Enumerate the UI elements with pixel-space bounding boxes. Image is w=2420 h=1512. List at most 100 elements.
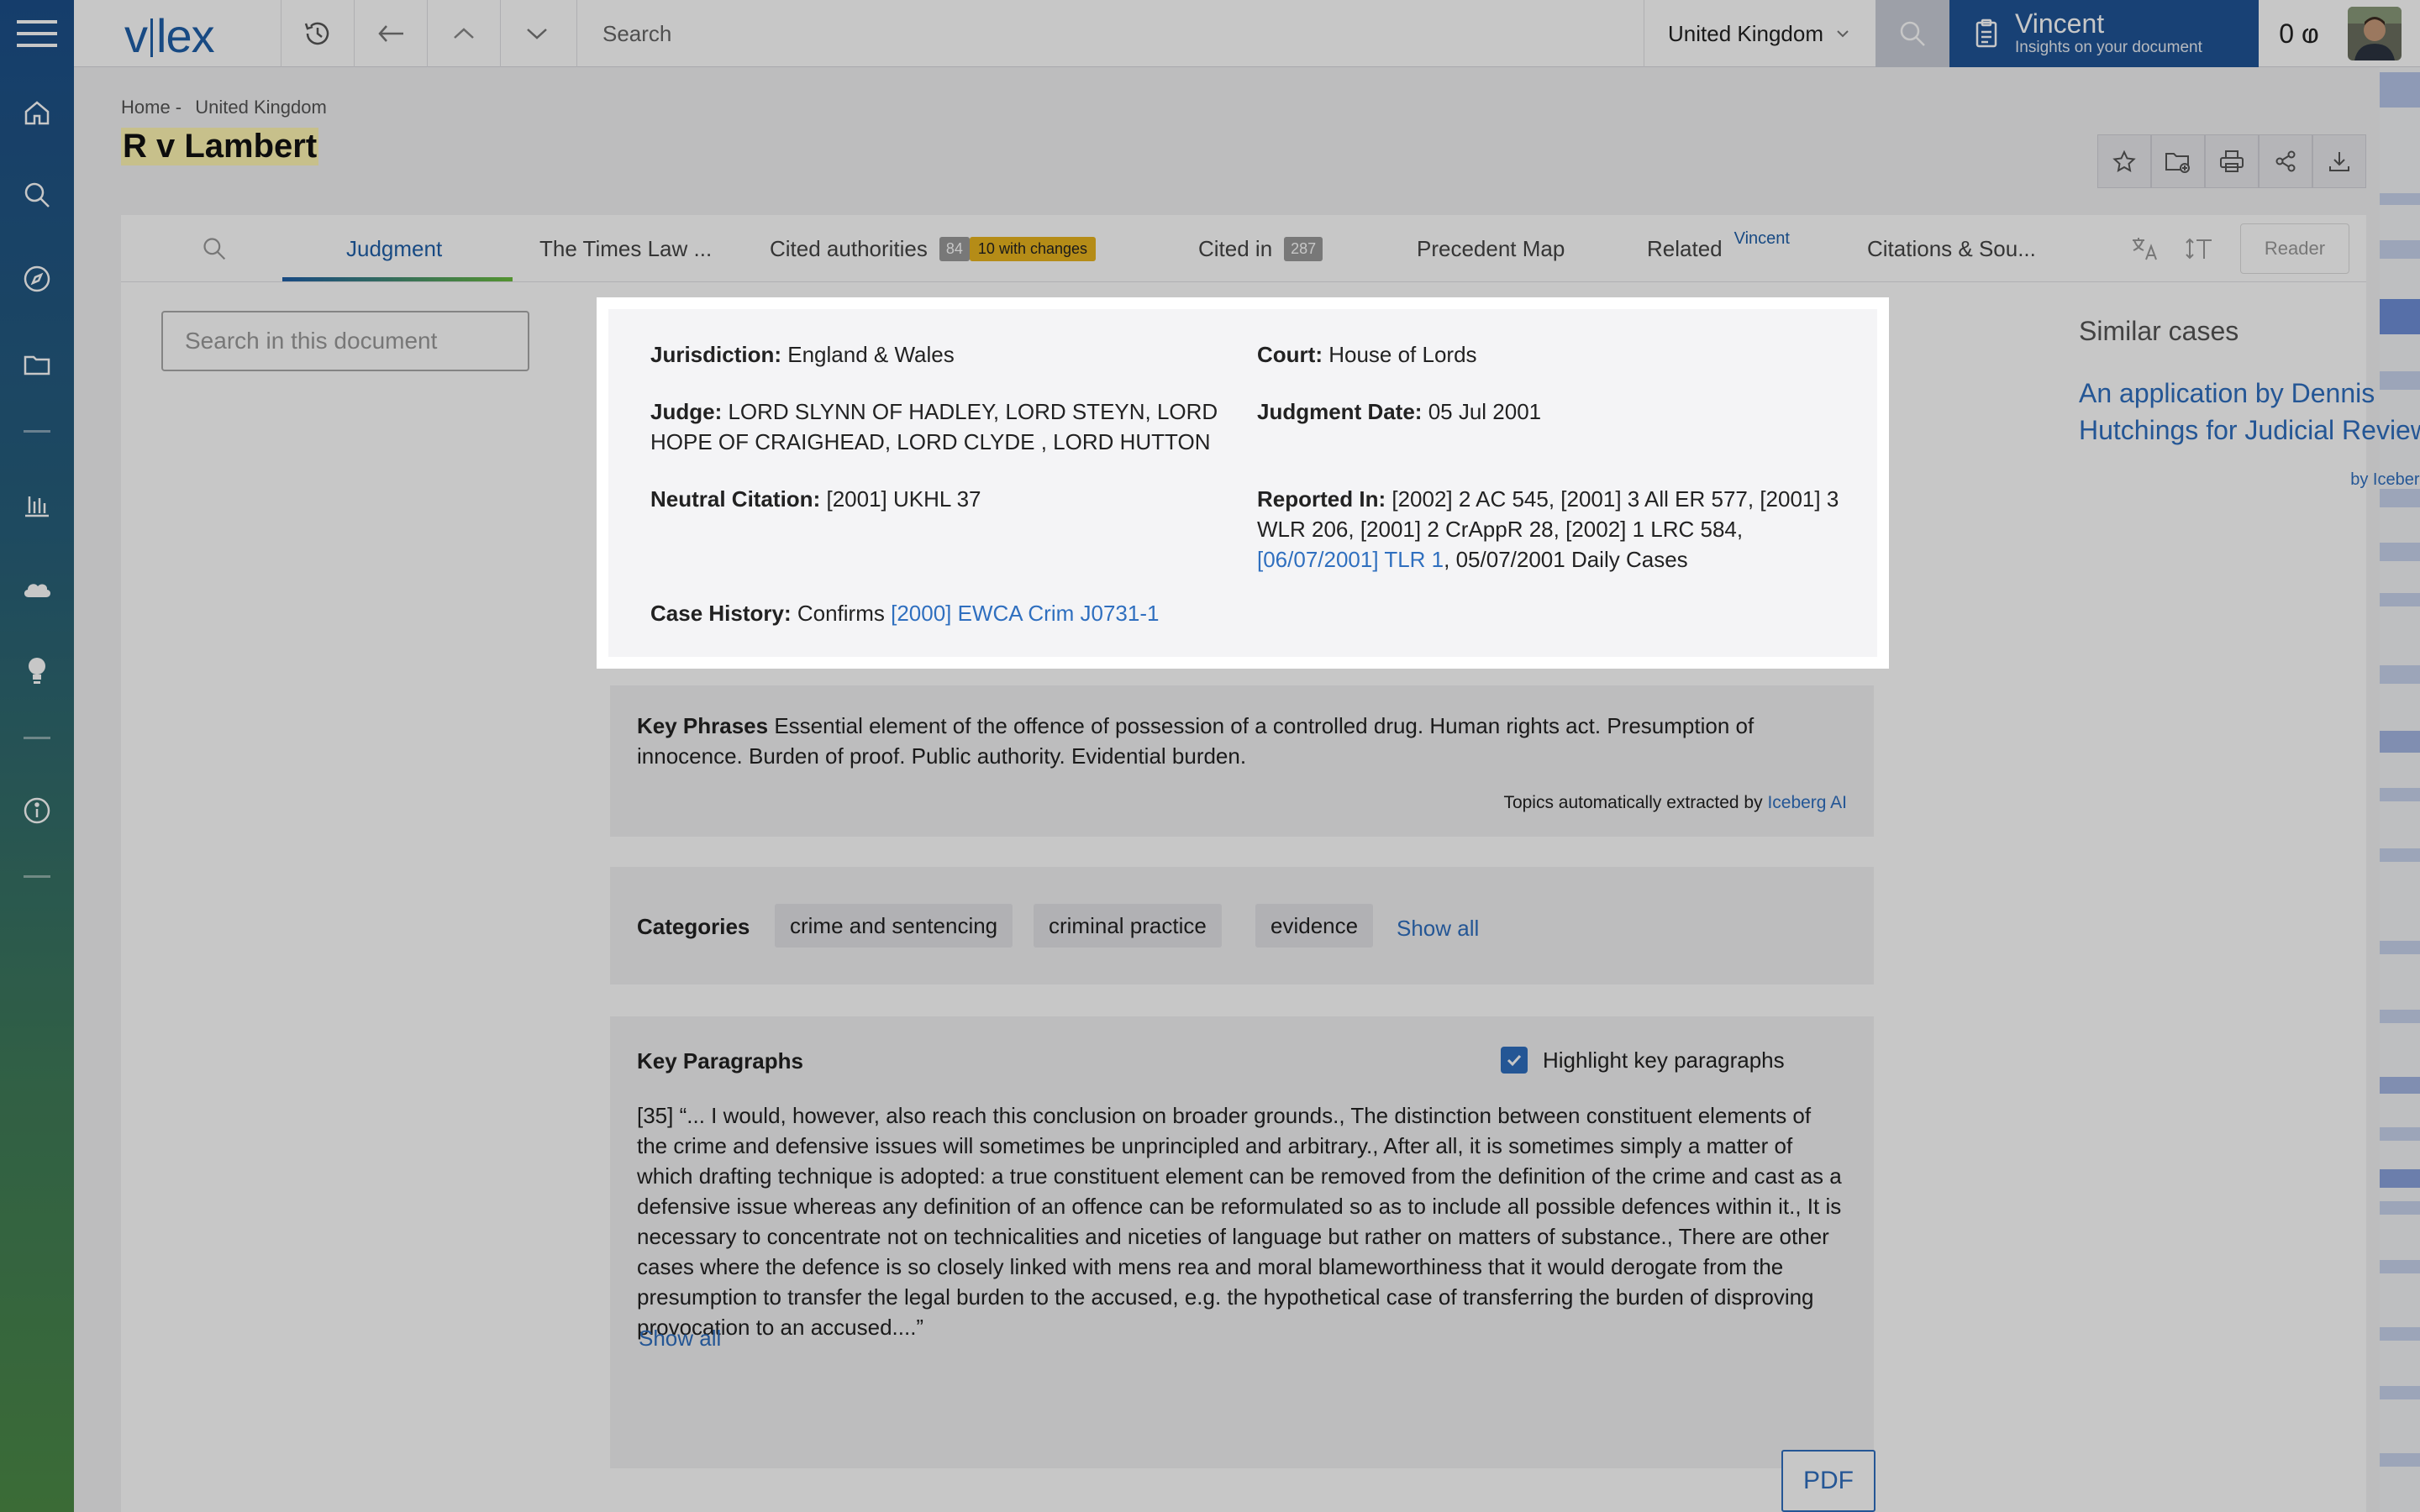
highlight-label: Highlight key paragraphs	[1543, 1047, 1785, 1073]
tlr-link[interactable]: [06/07/2001] TLR 1	[1257, 547, 1444, 572]
count-badge: 84	[939, 236, 970, 261]
rail-divider	[24, 430, 50, 433]
category-chip[interactable]: crime and sentencing	[775, 904, 1013, 948]
field-value: England & Wales	[787, 342, 955, 367]
scroll-marker	[2380, 665, 2420, 684]
document-search-input[interactable]	[161, 311, 529, 371]
scroll-marker	[2380, 1010, 2420, 1023]
assistant-subtitle: Insights on your document	[2015, 39, 2202, 56]
similar-case-link[interactable]: An application by Dennis Hutchings for J…	[2079, 375, 2420, 449]
previous-button[interactable]	[427, 0, 500, 67]
tab-citations-sources[interactable]: Citations & Sou...	[1867, 215, 2036, 282]
search-button[interactable]	[1876, 0, 1949, 67]
breadcrumb-home[interactable]: Home -	[121, 97, 182, 118]
reader-button[interactable]: Reader	[2240, 223, 2349, 274]
vlex-logo[interactable]: v lex	[124, 8, 215, 63]
share-button[interactable]	[2259, 134, 2312, 188]
analytics-icon[interactable]	[20, 487, 54, 521]
similar-cases-attribution[interactable]: by Iceberg AI	[2247, 470, 2420, 490]
search-icon[interactable]	[20, 178, 54, 212]
scroll-map[interactable]	[2380, 67, 2420, 1512]
scroll-marker	[2380, 1127, 2420, 1141]
field-value: [2001] UKHL 37	[826, 486, 981, 512]
iceberg-ai-link[interactable]: Iceberg AI	[1767, 793, 1847, 812]
menu-button[interactable]	[0, 0, 74, 67]
case-history-field: Case History: Confirms [2000] EWCA Crim …	[650, 598, 1827, 628]
download-button[interactable]	[2312, 134, 2366, 188]
tab-judgment[interactable]: Judgment	[346, 215, 442, 282]
tab-label: Cited authorities	[770, 235, 928, 261]
pdf-button[interactable]: PDF	[1781, 1450, 1876, 1512]
credits-counter[interactable]: 0 ⱷ	[2259, 0, 2339, 67]
tab-times-law[interactable]: The Times Law ...	[539, 215, 712, 282]
tab-label: Cited in	[1198, 235, 1273, 261]
document-actions	[2097, 134, 2366, 188]
avatar[interactable]	[2348, 7, 2402, 60]
logo-left: v	[124, 9, 148, 62]
compass-icon[interactable]	[20, 262, 54, 296]
global-search[interactable]	[576, 0, 1644, 67]
key-phrases-text: Key Phrases Essential element of the off…	[637, 711, 1847, 771]
home-icon[interactable]	[20, 96, 54, 129]
scroll-marker	[2380, 1453, 2420, 1467]
tab-search[interactable]	[202, 215, 227, 282]
folder-add-icon	[2165, 153, 2190, 173]
info-icon[interactable]	[20, 794, 54, 827]
category-chip[interactable]: evidence	[1255, 904, 1374, 948]
field-value-tail: , 05/07/2001 Daily Cases	[1444, 547, 1688, 572]
changes-badge: 10 with changes	[969, 236, 1097, 261]
print-button[interactable]	[2205, 134, 2259, 188]
chevron-down-icon	[527, 29, 547, 39]
rail-divider	[24, 737, 50, 739]
country-selector[interactable]: United Kingdom	[1644, 0, 1876, 67]
scroll-marker	[2380, 72, 2420, 108]
share-icon	[2275, 150, 2296, 172]
active-tab-indicator	[282, 277, 513, 281]
highlight-key-paragraphs-toggle[interactable]: Highlight key paragraphs	[1501, 1047, 1785, 1074]
top-bar: vlex United Kingdom Vincent Insights on …	[74, 0, 2420, 67]
history-icon	[304, 22, 329, 45]
lightbulb-icon[interactable]	[20, 654, 54, 687]
check-icon	[1507, 1054, 1522, 1067]
tab-related[interactable]: Related Vincent	[1647, 215, 1790, 282]
breadcrumb-country[interactable]: United Kingdom	[195, 97, 327, 118]
translate-button[interactable]	[2131, 215, 2160, 282]
field-label: Reported In:	[1257, 486, 1386, 512]
search-input[interactable]	[577, 0, 1644, 67]
case-history-link[interactable]: [2000] EWCA Crim J0731-1	[891, 601, 1159, 626]
next-button[interactable]	[500, 0, 573, 67]
scroll-marker	[2380, 848, 2420, 862]
field-value: 05 Jul 2001	[1428, 399, 1542, 424]
related-vincent-tag: Vincent	[1733, 228, 1790, 248]
history-button[interactable]	[281, 0, 354, 67]
neutral-citation-field: Neutral Citation: [2001] UKHL 37	[650, 484, 1239, 514]
folder-icon[interactable]	[20, 348, 54, 381]
jurisdiction-field: Jurisdiction: England & Wales	[650, 339, 1239, 370]
checkbox[interactable]	[1501, 1047, 1528, 1074]
field-label: Judge:	[650, 399, 723, 424]
categories-show-all-link[interactable]: Show all	[1397, 916, 1479, 942]
scroll-marker	[2380, 299, 2420, 334]
tab-cited-in[interactable]: Cited in 287	[1198, 215, 1323, 282]
clipboard-icon	[1975, 18, 1997, 48]
favorite-button[interactable]	[2097, 134, 2151, 188]
scroll-marker	[2380, 543, 2420, 561]
tab-cited-authorities[interactable]: Cited authorities 84 10 with changes	[770, 215, 1097, 282]
chevron-down-icon	[1837, 30, 1849, 38]
text-size-button[interactable]	[2185, 215, 2213, 282]
categories-label: Categories	[637, 914, 750, 939]
cloud-icon[interactable]	[20, 571, 54, 605]
tab-precedent-map[interactable]: Precedent Map	[1417, 215, 1565, 282]
field-label: Judgment Date:	[1257, 399, 1423, 424]
field-label: Case History:	[650, 601, 792, 626]
key-paragraphs-show-all-link[interactable]: Show all	[639, 1326, 721, 1352]
add-to-folder-button[interactable]	[2151, 134, 2205, 188]
field-value: LORD SLYNN OF HADLEY, LORD STEYN, LORD H…	[650, 399, 1218, 454]
category-chip[interactable]: criminal practice	[1034, 904, 1222, 948]
field-label: Court:	[1257, 342, 1323, 367]
back-button[interactable]	[354, 0, 427, 67]
vincent-assistant-button[interactable]: Vincent Insights on your document	[1949, 0, 2259, 67]
search-icon	[1900, 21, 1925, 46]
logo-bar	[150, 18, 153, 57]
scroll-marker	[2380, 593, 2420, 606]
